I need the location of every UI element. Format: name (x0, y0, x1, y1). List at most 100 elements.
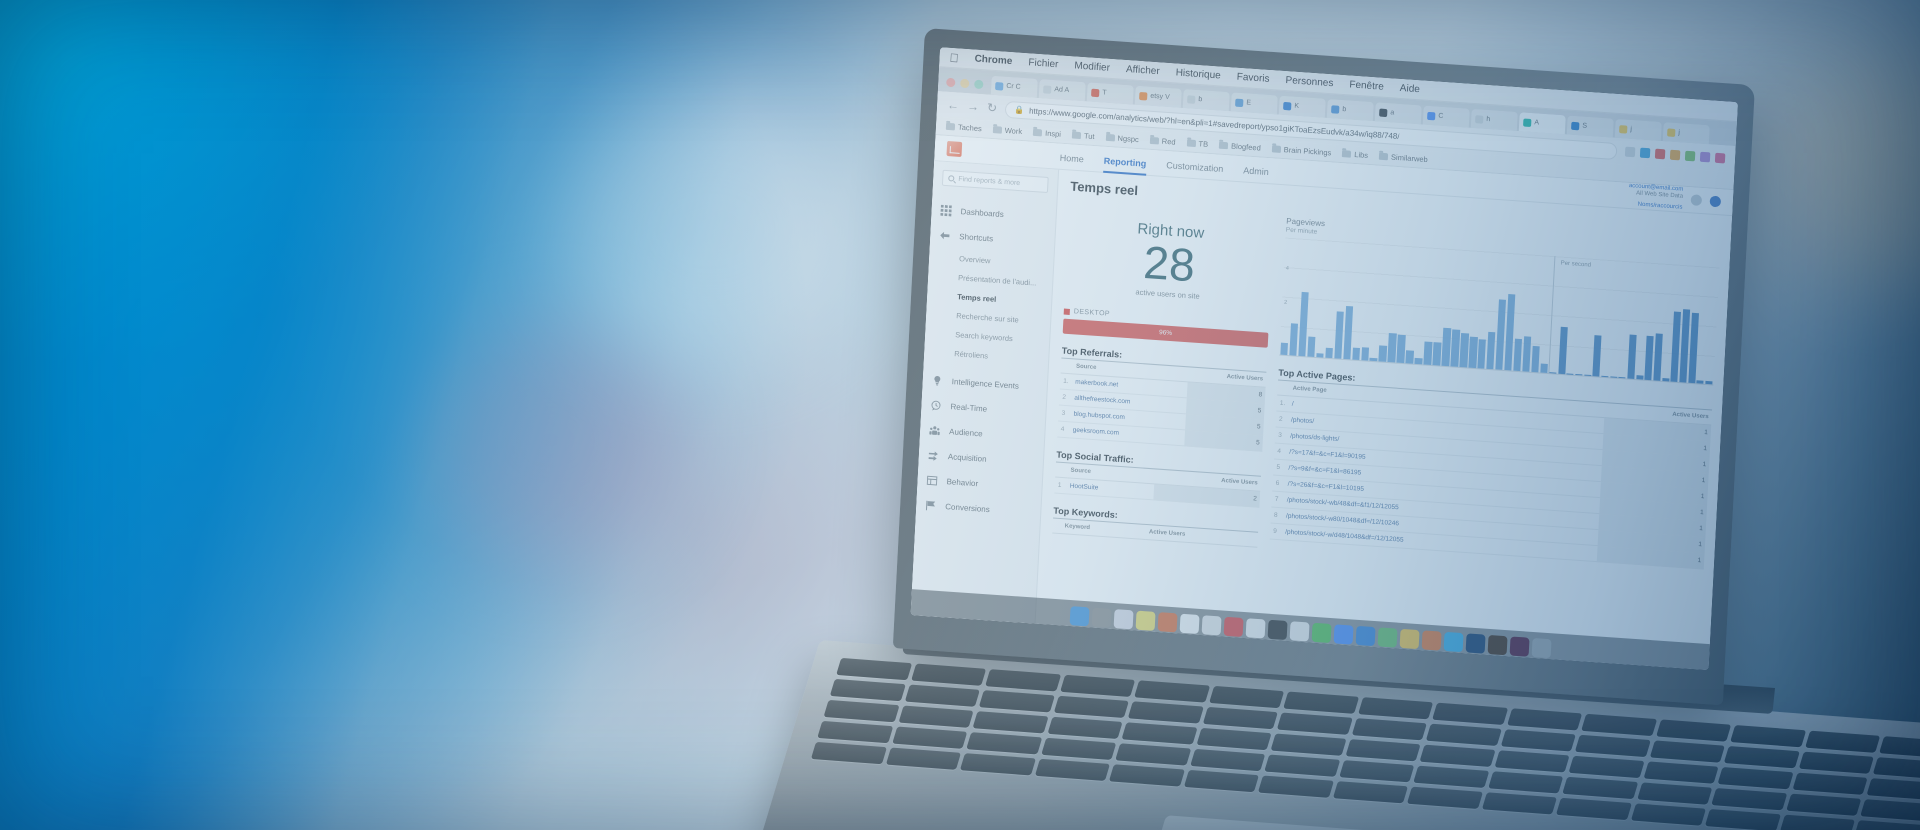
bookmark-item[interactable]: Similarweb (1378, 152, 1428, 164)
dock-icon-slack[interactable] (1289, 621, 1310, 642)
keyboard-key[interactable] (1059, 674, 1136, 698)
extension-icon[interactable] (1624, 146, 1636, 158)
zoom-window-button[interactable] (974, 79, 984, 90)
dock-icon-chrome[interactable] (1333, 624, 1354, 645)
bookmark-item[interactable]: Libs (1342, 149, 1368, 160)
keyboard-key[interactable] (1655, 719, 1732, 742)
keyboard-key[interactable] (1183, 769, 1260, 793)
reload-icon[interactable]: ↻ (987, 101, 998, 116)
menu-item-historique[interactable]: Historique (1175, 67, 1221, 81)
keyboard-key[interactable] (910, 663, 987, 686)
dock-icon-calendar[interactable] (1223, 616, 1244, 637)
keyboard-key[interactable] (885, 747, 962, 770)
keyboard-key[interactable] (959, 753, 1036, 776)
keyboard-key[interactable] (1805, 730, 1881, 753)
keyboard-key[interactable] (1264, 754, 1341, 777)
dock-icon-chrome-canary[interactable] (1201, 615, 1222, 636)
keyboard-key[interactable] (1730, 725, 1807, 748)
keyboard-key[interactable] (1568, 755, 1645, 779)
keyboard-key[interactable] (1562, 776, 1639, 800)
menu-item-fenetre[interactable]: Fenêtre (1349, 79, 1384, 92)
keyboard-key[interactable] (1413, 765, 1490, 788)
extension-icon[interactable] (1654, 148, 1666, 160)
keyboard-key[interactable] (1115, 743, 1191, 766)
keyboard-key[interactable] (891, 726, 968, 749)
browser-tab[interactable]: Ad A (1038, 79, 1086, 102)
keyboard-key[interactable] (1779, 814, 1856, 830)
keyboard-key[interactable] (1432, 702, 1508, 725)
dock-icon-evernote[interactable] (1377, 627, 1398, 648)
keyboard-key[interactable] (1649, 740, 1726, 763)
extension-icon[interactable] (1639, 147, 1651, 159)
keyboard-key[interactable] (1481, 792, 1558, 815)
keyboard-key[interactable] (1345, 739, 1421, 762)
extension-icon[interactable] (1669, 149, 1681, 161)
keyboard-key[interactable] (1860, 799, 1920, 822)
browser-tab[interactable]: K (1278, 95, 1326, 118)
account-selector[interactable]: account@email.com All Web Site Data Noms… (1628, 183, 1684, 212)
keyboard-key[interactable] (1581, 713, 1658, 737)
keyboard-key[interactable] (1338, 760, 1415, 783)
menu-item-afficher[interactable]: Afficher (1126, 64, 1160, 77)
keyboard-key[interactable] (985, 669, 1061, 692)
keyboard-key[interactable] (1866, 778, 1920, 801)
keyboard-key[interactable] (1575, 734, 1651, 758)
keyboard-key[interactable] (904, 684, 980, 707)
sidebar-section-list[interactable]: Intelligence Events Real-Time Audience Acqu… (916, 367, 1048, 526)
dock-icon-launchpad[interactable] (1091, 607, 1112, 628)
keyboard-key[interactable] (836, 657, 912, 681)
keyboard-key[interactable] (1053, 695, 1130, 719)
keyboard-key[interactable] (1798, 751, 1875, 774)
menu-item-personnes[interactable]: Personnes (1285, 75, 1333, 89)
keyboard-key[interactable] (829, 678, 906, 702)
dock-icon-vlc[interactable] (1421, 630, 1442, 651)
extension-icons[interactable] (1624, 146, 1726, 164)
keyboard-key[interactable] (1711, 788, 1788, 811)
keyboard-key[interactable] (1121, 722, 1198, 745)
extension-icon[interactable] (1714, 152, 1726, 164)
keyboard-key[interactable] (1494, 750, 1570, 773)
dock-icon-mail[interactable] (1113, 609, 1134, 630)
keyboard-key[interactable] (1357, 697, 1434, 720)
bookmark-item[interactable]: Red (1149, 136, 1176, 147)
dock-icon-finder[interactable] (1069, 606, 1090, 627)
dock-icon-photos[interactable] (1179, 613, 1200, 634)
keyboard-key[interactable] (1202, 706, 1279, 730)
menu-item-modifier[interactable]: Modifier (1074, 60, 1110, 73)
keyboard-key[interactable] (1500, 729, 1577, 752)
keyboard-key[interactable] (1854, 820, 1920, 830)
dock-icon-skype[interactable] (1443, 631, 1464, 653)
keyboard-key[interactable] (1040, 737, 1117, 761)
menu-item-favoris[interactable]: Favoris (1236, 72, 1269, 85)
extension-icon[interactable] (1684, 150, 1696, 162)
keyboard-key[interactable] (1419, 744, 1496, 767)
browser-tab[interactable]: a (1374, 102, 1422, 125)
keyboard-key[interactable] (1643, 761, 1719, 784)
keyboard-key[interactable] (1637, 782, 1713, 805)
keyboard-key[interactable] (1034, 758, 1111, 782)
keyboard-key[interactable] (1487, 771, 1564, 794)
browser-tab[interactable]: j (1614, 118, 1662, 141)
keyboard-key[interactable] (966, 732, 1042, 755)
bookmark-item[interactable]: Blogfeed (1218, 141, 1261, 153)
keyboard-key[interactable] (1786, 793, 1862, 816)
keyboard-key[interactable] (823, 699, 900, 723)
keyboard-key[interactable] (1134, 680, 1210, 703)
keyboard-key[interactable] (1630, 803, 1707, 826)
dock-icon-photoshop[interactable] (1465, 633, 1486, 654)
top-referrals-table[interactable]: Source Active Users 1. makerbook.net 8 2 all… (1057, 358, 1267, 452)
analytics-sidebar[interactable]: Find reports & more Dashboards Shortcuts… (910, 161, 1060, 624)
forward-icon[interactable]: → (967, 99, 980, 114)
keyboard-key[interactable] (1407, 786, 1483, 809)
dock-icon-preview[interactable] (1245, 618, 1266, 639)
keyboard-key[interactable] (1047, 716, 1123, 740)
bell-icon[interactable] (1690, 194, 1703, 207)
browser-tab[interactable]: T (1086, 82, 1134, 105)
keyboard-key[interactable] (1873, 757, 1920, 780)
extension-icon[interactable] (1699, 151, 1711, 163)
keyboard-key[interactable] (1717, 767, 1794, 790)
browser-tab[interactable]: S (1566, 115, 1614, 138)
tab-reporting[interactable]: Reporting (1103, 155, 1147, 176)
keyboard-key[interactable] (978, 690, 1055, 713)
keyboard-key[interactable] (1506, 708, 1583, 731)
